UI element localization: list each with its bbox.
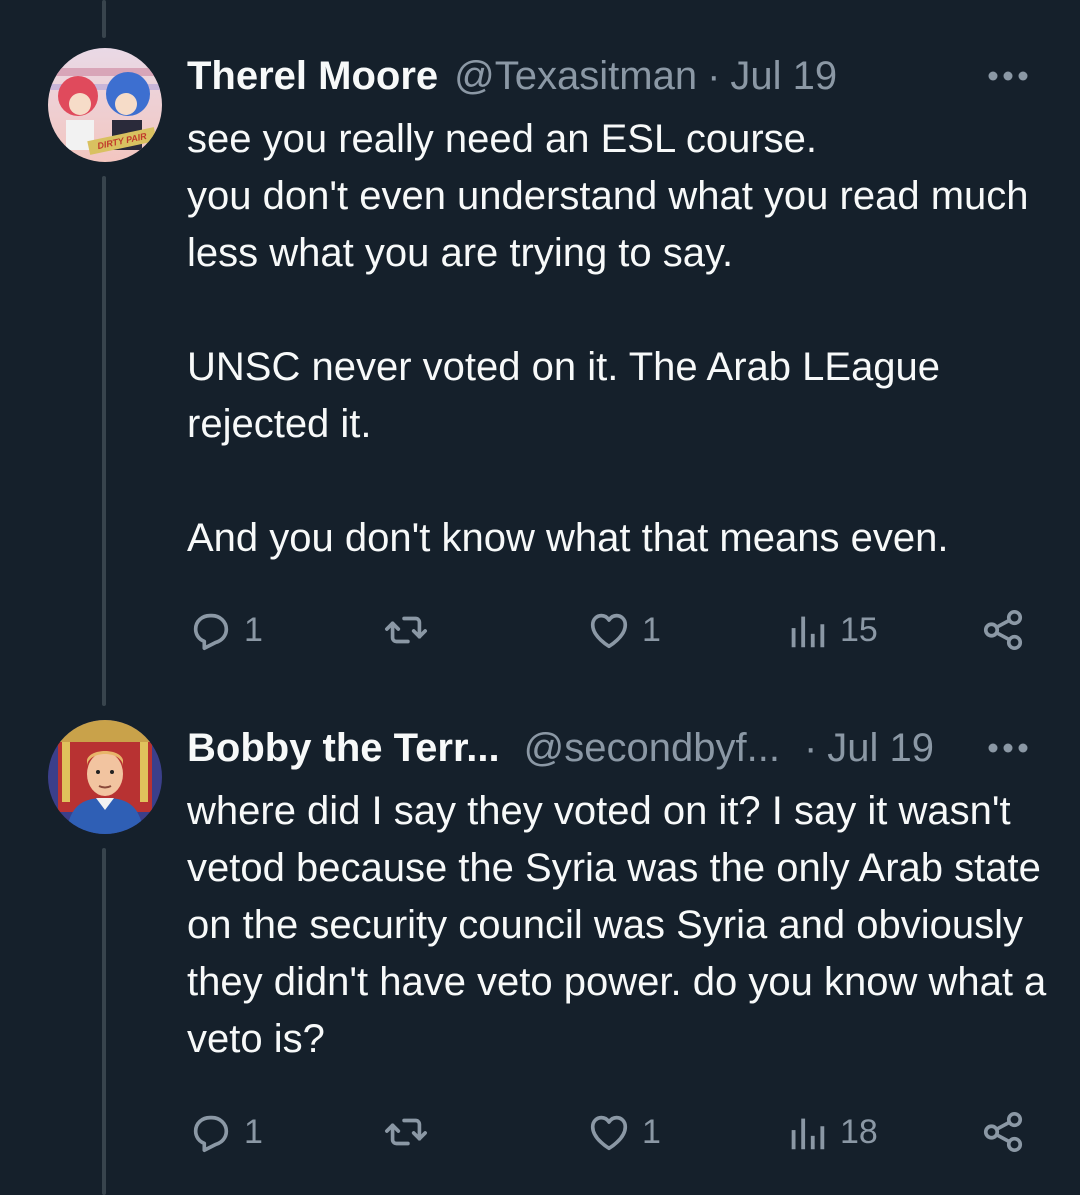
tweet-text: where did I say they voted on it? I say … [187, 783, 1047, 1068]
like-count: 1 [642, 610, 661, 649]
tweet-paragraph: UNSC never voted on it. The Arab LEague … [187, 345, 941, 446]
tweet-paragraph: where did I say they voted on it? I say … [187, 789, 1047, 1061]
share-button[interactable] [980, 1107, 1026, 1157]
more-icon [988, 743, 1028, 753]
tweet-text: see you really need an ESL course. you d… [187, 111, 1047, 567]
tweet-date[interactable]: Jul 19 [827, 720, 934, 776]
share-icon [983, 1111, 1023, 1153]
tweet-header: Bobby the Terr... @secondbyf... · Jul 19 [187, 720, 1047, 776]
tweet-paragraph: And you don't know what that means even. [187, 516, 949, 560]
display-name[interactable]: Therel Moore [187, 48, 438, 104]
views-icon [791, 1118, 825, 1150]
views-button[interactable]: 15 [784, 605, 878, 655]
like-button[interactable]: 1 [586, 1107, 661, 1157]
tweet-header: Therel Moore @Texasitman · Jul 19 [187, 48, 1047, 104]
tweet-date[interactable]: Jul 19 [730, 48, 837, 104]
heart-icon [590, 613, 628, 649]
more-button[interactable] [986, 48, 1030, 104]
reply-button[interactable]: 1 [188, 1107, 263, 1157]
tweet-paragraph: see you really need an ESL course. you d… [187, 117, 1029, 275]
reply-icon [193, 613, 229, 651]
display-name[interactable]: Bobby the Terr... [187, 720, 500, 776]
views-count: 18 [840, 1112, 878, 1151]
separator-dot: · [803, 726, 818, 770]
reply-button[interactable]: 1 [188, 605, 263, 655]
avatar[interactable]: DIRTY PAIR [48, 48, 162, 162]
views-count: 15 [840, 610, 878, 649]
avatar[interactable] [48, 720, 162, 834]
retweet-button[interactable] [383, 1107, 439, 1157]
share-icon [983, 609, 1023, 651]
user-handle[interactable]: @Texasitman [454, 48, 697, 104]
retweet-icon [385, 1118, 427, 1146]
views-button[interactable]: 18 [784, 1107, 878, 1157]
share-button[interactable] [980, 605, 1026, 655]
retweet-icon [385, 616, 427, 644]
more-button[interactable] [986, 720, 1030, 776]
tweet-actions: 1 1 18 [0, 1107, 1080, 1157]
separator-dot: · [707, 54, 721, 98]
reply-icon [193, 1115, 229, 1153]
views-icon [791, 616, 825, 648]
reply-count: 1 [244, 610, 263, 649]
retweet-button[interactable] [383, 605, 439, 655]
like-button[interactable]: 1 [586, 605, 661, 655]
like-count: 1 [642, 1112, 661, 1151]
tweet[interactable]: DIRTY PAIR Therel Moore @Texasitman · Ju… [0, 48, 1080, 668]
tweet-actions: 1 1 15 [0, 605, 1080, 655]
tweet[interactable]: Bobby the Terr... @secondbyf... · Jul 19… [0, 720, 1080, 1190]
user-handle[interactable]: @secondbyf... [524, 720, 780, 776]
thread-line-top [102, 0, 106, 38]
heart-icon [590, 1115, 628, 1151]
reply-count: 1 [244, 1112, 263, 1151]
more-icon [988, 71, 1028, 81]
